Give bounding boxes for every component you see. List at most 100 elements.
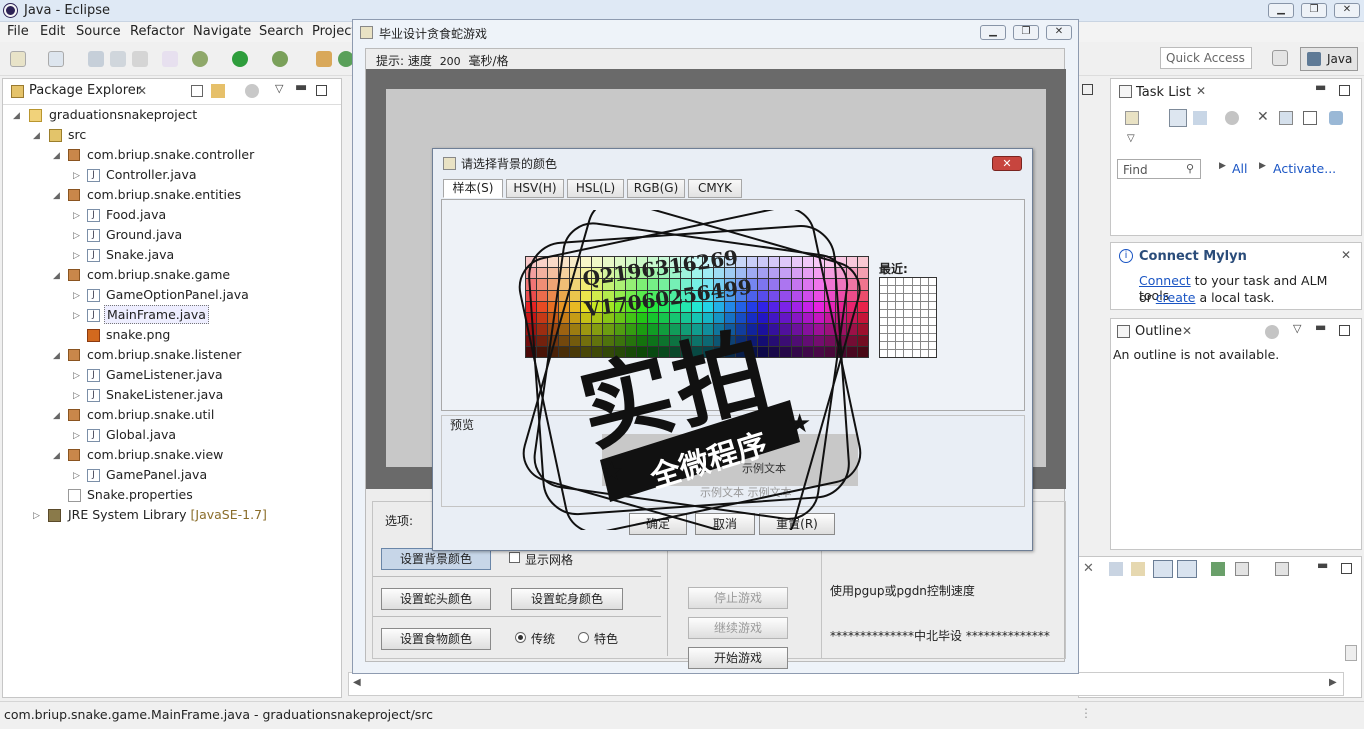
- swatch-cell[interactable]: [548, 301, 559, 313]
- collapse-toggle-icon[interactable]: ▷: [73, 471, 80, 481]
- reset-button[interactable]: 重置(R): [759, 513, 835, 535]
- minimize-view-icon[interactable]: ▬: [295, 80, 307, 95]
- editor-maximize-icon[interactable]: [1082, 84, 1093, 95]
- swatch-cell[interactable]: [824, 268, 835, 279]
- start-game-button[interactable]: 开始游戏: [688, 647, 788, 669]
- recent-color-cell[interactable]: [928, 294, 936, 301]
- swatch-cell[interactable]: [747, 268, 758, 279]
- swatch-cell[interactable]: [714, 257, 725, 268]
- special-radio[interactable]: [578, 632, 589, 643]
- swatch-cell[interactable]: [824, 257, 835, 268]
- recent-color-cell[interactable]: [896, 334, 904, 341]
- recent-color-cell[interactable]: [888, 318, 896, 325]
- recent-color-cell[interactable]: [896, 302, 904, 309]
- recent-color-cell[interactable]: [880, 318, 888, 325]
- recent-color-cell[interactable]: [928, 326, 936, 333]
- swatch-cell[interactable]: [857, 346, 868, 357]
- save-icon[interactable]: [88, 51, 104, 67]
- swatch-cell[interactable]: [548, 279, 559, 290]
- swatch-cell[interactable]: [703, 335, 714, 346]
- swatch-cell[interactable]: [846, 290, 857, 301]
- swatch-cell[interactable]: [647, 346, 658, 357]
- menu-file[interactable]: File: [7, 24, 29, 39]
- show-console-icon[interactable]: [1177, 560, 1197, 578]
- collapse-all-icon[interactable]: [1279, 111, 1293, 125]
- menu-search[interactable]: Search: [259, 24, 304, 39]
- tree-item[interactable]: Food.java: [106, 207, 166, 222]
- recent-color-cell[interactable]: [904, 350, 912, 357]
- continue-game-button[interactable]: 继续游戏: [688, 617, 788, 639]
- expand-toggle-icon[interactable]: ◢: [53, 411, 60, 421]
- swatch-cell[interactable]: [846, 268, 857, 279]
- tree-item[interactable]: com.briup.snake.game: [87, 267, 230, 282]
- swatch-cell[interactable]: [725, 301, 736, 313]
- recent-color-cell[interactable]: [896, 350, 904, 357]
- recent-color-cell[interactable]: [920, 310, 928, 317]
- recent-color-cell[interactable]: [880, 302, 888, 309]
- maximize-view-icon[interactable]: [316, 85, 327, 96]
- swatch-cell[interactable]: [824, 290, 835, 301]
- swatch-cell[interactable]: [658, 313, 669, 324]
- recent-color-cell[interactable]: [920, 326, 928, 333]
- swatch-cell[interactable]: [691, 346, 703, 357]
- swatch-cell[interactable]: [791, 324, 802, 335]
- swatch-cell[interactable]: [857, 257, 868, 268]
- swatch-cell[interactable]: [769, 257, 780, 268]
- swatch-cell[interactable]: [791, 257, 802, 268]
- recent-color-cell[interactable]: [920, 278, 928, 285]
- swatch-cell[interactable]: [680, 335, 691, 346]
- swatch-cell[interactable]: [824, 335, 835, 346]
- swatch-cell[interactable]: [747, 257, 758, 268]
- expand-toggle-icon[interactable]: ◢: [53, 451, 60, 461]
- view-menu-icon[interactable]: ▽: [1293, 322, 1301, 335]
- swatch-cell[interactable]: [780, 290, 791, 301]
- swatch-cell[interactable]: [548, 324, 559, 335]
- tree-item[interactable]: graduationsnakeproject: [49, 107, 197, 122]
- swatch-cell[interactable]: [680, 346, 691, 357]
- tree-item[interactable]: com.briup.snake.view: [87, 447, 223, 462]
- swatch-cell[interactable]: [791, 268, 802, 279]
- recent-color-cell[interactable]: [888, 350, 896, 357]
- recent-colors-grid[interactable]: [879, 277, 937, 358]
- collapse-toggle-icon[interactable]: ▷: [73, 171, 80, 181]
- swatch-cell[interactable]: [625, 279, 636, 290]
- swatch-cell[interactable]: [548, 313, 559, 324]
- recent-color-cell[interactable]: [880, 326, 888, 333]
- swatch-cell[interactable]: [625, 313, 636, 324]
- swatch-cell[interactable]: [658, 346, 669, 357]
- swatch-cell[interactable]: [603, 257, 614, 268]
- swatch-cell[interactable]: [857, 279, 868, 290]
- swatch-cell[interactable]: [824, 313, 835, 324]
- swatch-cell[interactable]: [526, 268, 537, 279]
- swatch-cell[interactable]: [592, 290, 603, 301]
- swatch-cell[interactable]: [526, 301, 537, 313]
- swatch-cell[interactable]: [846, 346, 857, 357]
- swatch-cell[interactable]: [691, 313, 703, 324]
- collapse-toggle-icon[interactable]: ▷: [73, 251, 80, 261]
- swatch-cell[interactable]: [559, 324, 570, 335]
- link-with-editor-icon[interactable]: [211, 84, 225, 98]
- recent-color-cell[interactable]: [880, 334, 888, 341]
- swatch-cell[interactable]: [537, 268, 548, 279]
- recent-color-cell[interactable]: [896, 318, 904, 325]
- quick-access-input[interactable]: Quick Access: [1160, 47, 1252, 69]
- scroll-right-icon[interactable]: ▶: [1329, 677, 1337, 688]
- focus-icon[interactable]: [1225, 111, 1239, 125]
- swatch-cell[interactable]: [758, 335, 769, 346]
- cancel-button[interactable]: 取消: [695, 513, 755, 535]
- swatch-cell[interactable]: [780, 268, 791, 279]
- swatch-cell[interactable]: [614, 324, 625, 335]
- recent-color-cell[interactable]: [880, 286, 888, 293]
- display-console-icon[interactable]: [1235, 562, 1249, 576]
- swatch-cell[interactable]: [791, 290, 802, 301]
- swatch-cell[interactable]: [758, 279, 769, 290]
- swatch-cell[interactable]: [769, 324, 780, 335]
- swatch-cell[interactable]: [835, 335, 846, 346]
- traditional-radio[interactable]: [515, 632, 526, 643]
- maximize-button[interactable]: ❐: [1301, 3, 1327, 18]
- swatch-cell[interactable]: [625, 324, 636, 335]
- swatch-cell[interactable]: [603, 268, 614, 279]
- console-scrollbar[interactable]: [1345, 645, 1357, 661]
- swatch-cell[interactable]: [769, 313, 780, 324]
- swatch-cell[interactable]: [548, 257, 559, 268]
